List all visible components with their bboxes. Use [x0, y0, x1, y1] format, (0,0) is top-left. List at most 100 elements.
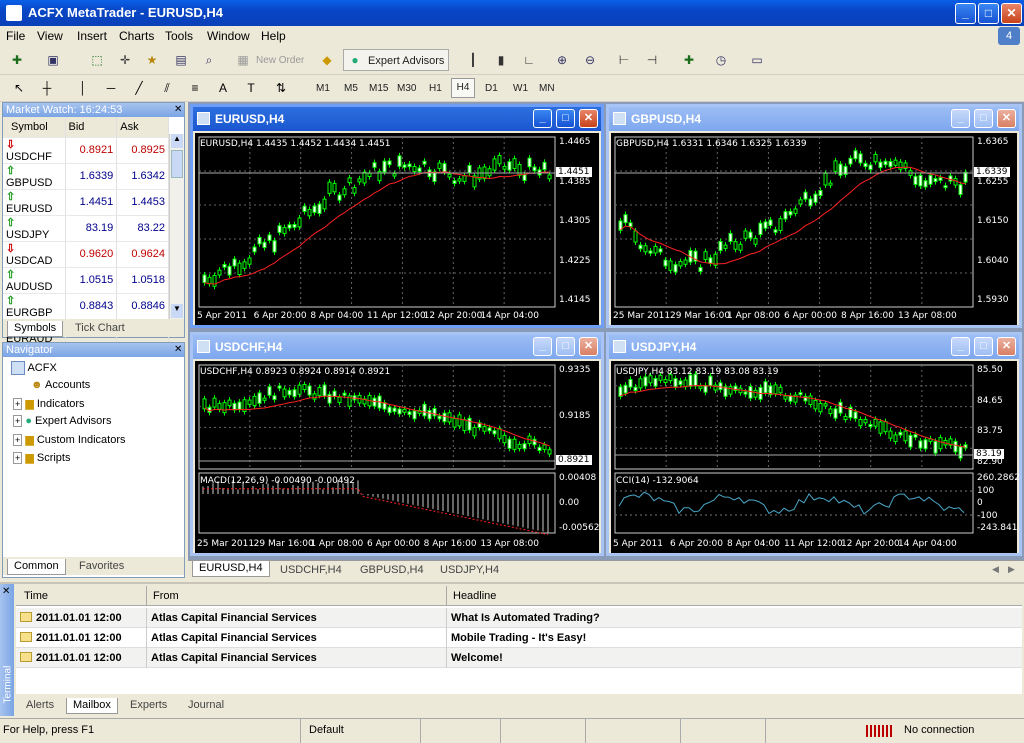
- chart-canvas[interactable]: GBPUSD,H4 1.6331 1.6346 1.6325 1.6339 1.6…: [611, 133, 1017, 325]
- text-icon[interactable]: A: [214, 79, 232, 97]
- menu-tools[interactable]: Tools: [165, 29, 193, 43]
- chart-window-usdchf[interactable]: USDCHF,H4 _ □ ✕ USDCHF,H4 0.8923 0.8924 …: [190, 332, 604, 556]
- scroll-left-icon[interactable]: ◀: [992, 564, 999, 575]
- terminal-icon[interactable]: ▤: [172, 51, 190, 69]
- market-watch-scrollbar[interactable]: ▲ ▼: [169, 134, 184, 319]
- market-watch-row[interactable]: ⇩ USDCHF 0.8921 0.8925: [3, 137, 169, 164]
- chart-tab-usdchf[interactable]: USDCHF,H4: [274, 563, 348, 579]
- market-watch-row[interactable]: ⇧ AUDUSD 1.0515 1.0518: [3, 267, 169, 294]
- chart-tab-usdjpy[interactable]: USDJPY,H4: [434, 563, 505, 579]
- tab-alerts[interactable]: Alerts: [20, 698, 60, 714]
- tab-favorites[interactable]: Favorites: [73, 559, 130, 575]
- tf-m15[interactable]: M15: [369, 83, 388, 94]
- chart-maximize-button[interactable]: □: [556, 337, 575, 356]
- menu-view[interactable]: View: [37, 29, 63, 43]
- chart-maximize-button[interactable]: □: [974, 109, 993, 128]
- market-watch-row[interactable]: ⇧ USDJPY 83.19 83.22: [3, 215, 169, 242]
- profiles-icon[interactable]: ▣: [44, 51, 62, 69]
- expand-icon[interactable]: +: [13, 452, 23, 464]
- expert-advisors-button[interactable]: ● Expert Advisors: [343, 49, 449, 71]
- tf-h1[interactable]: H1: [429, 83, 442, 94]
- col-headline[interactable]: Headline: [446, 586, 502, 606]
- scroll-up-icon[interactable]: ▲: [171, 134, 183, 148]
- chart-title-bar[interactable]: GBPUSD,H4 _ □ ✕: [609, 107, 1019, 131]
- chart-shift-icon[interactable]: ⊣: [643, 51, 661, 69]
- menu-insert[interactable]: Insert: [77, 29, 107, 43]
- market-watch-row[interactable]: ⇧ EURUSD 1.4451 1.4453: [3, 189, 169, 216]
- templates-icon[interactable]: ▭: [748, 51, 766, 69]
- tab-tick-chart[interactable]: Tick Chart: [69, 321, 131, 337]
- chart-window-eurusd[interactable]: EURUSD,H4 _ □ ✕ EURUSD,H4 1.4435 1.4452 …: [190, 104, 604, 328]
- market-watch-row[interactable]: ⇧ EURGBP 0.8843 0.8846: [3, 293, 169, 320]
- vertical-line-icon[interactable]: │: [74, 79, 92, 97]
- menu-file[interactable]: File: [6, 29, 25, 43]
- nav-item-expert-advisors[interactable]: + ● Expert Advisors: [13, 415, 111, 427]
- nav-item-indicators[interactable]: + ▆ Indicators: [13, 397, 85, 410]
- chart-close-button[interactable]: ✕: [997, 109, 1016, 128]
- expand-icon[interactable]: +: [13, 398, 23, 410]
- tf-m1[interactable]: M1: [316, 83, 330, 94]
- cursor-icon[interactable]: ↖: [10, 79, 28, 97]
- zoom-in-icon[interactable]: ⊕: [553, 51, 571, 69]
- tab-common[interactable]: Common: [7, 559, 66, 575]
- chart-close-button[interactable]: ✕: [579, 337, 598, 356]
- chart-tab-gbpusd[interactable]: GBPUSD,H4: [354, 563, 430, 579]
- nav-root[interactable]: ACFX: [11, 361, 57, 375]
- chart-window-usdjpy[interactable]: USDJPY,H4 _ □ ✕ USDJPY,H4 83.12 83.19 83…: [606, 332, 1022, 556]
- new-chart-icon[interactable]: ✚: [8, 51, 26, 69]
- autoscroll-icon[interactable]: ⊢: [615, 51, 633, 69]
- scroll-thumb[interactable]: [171, 150, 183, 178]
- mail-badge[interactable]: 4: [998, 27, 1020, 45]
- market-watch-row[interactable]: ⇧ GBPUSD 1.6339 1.6342: [3, 163, 169, 190]
- chart-minimize-button[interactable]: _: [951, 337, 970, 356]
- channel-icon[interactable]: ⫽: [158, 79, 176, 97]
- data-window-icon[interactable]: ✛: [116, 51, 134, 69]
- maximize-button[interactable]: □: [978, 3, 999, 24]
- zoom-out-icon[interactable]: ⊖: [581, 51, 599, 69]
- fibonacci-icon[interactable]: ≡: [186, 79, 204, 97]
- chart-title-bar[interactable]: USDCHF,H4 _ □ ✕: [193, 335, 601, 359]
- tf-h4[interactable]: H4: [451, 78, 475, 98]
- label-icon[interactable]: T: [242, 79, 260, 97]
- chart-canvas[interactable]: USDJPY,H4 83.12 83.19 83.08 83.19 85.50 84…: [611, 361, 1020, 553]
- tab-mailbox[interactable]: Mailbox: [66, 698, 118, 714]
- table-row[interactable]: 2011.01.01 12:00 Atlas Capital Financial…: [16, 628, 1022, 648]
- market-watch-row[interactable]: ⇩ USDCAD 0.9620 0.9624: [3, 241, 169, 268]
- horizontal-line-icon[interactable]: ─: [102, 79, 120, 97]
- new-order-icon[interactable]: ▦: [234, 51, 252, 69]
- chart-close-button[interactable]: ✕: [997, 337, 1016, 356]
- menu-help[interactable]: Help: [261, 29, 286, 43]
- arrows-icon[interactable]: ⇅: [272, 79, 290, 97]
- tf-d1[interactable]: D1: [485, 83, 498, 94]
- chart-canvas[interactable]: USDCHF,H4 0.8923 0.8924 0.8914 0.8921 0.9…: [195, 361, 599, 553]
- alert-icon[interactable]: ◆: [318, 51, 336, 69]
- menu-charts[interactable]: Charts: [119, 29, 154, 43]
- tf-w1[interactable]: W1: [513, 83, 528, 94]
- tf-m30[interactable]: M30: [397, 83, 416, 94]
- candlestick-icon[interactable]: ▮: [492, 51, 510, 69]
- market-watch-icon[interactable]: ⬚: [88, 51, 106, 69]
- col-time[interactable]: Time: [24, 590, 48, 602]
- periods-icon[interactable]: ◷: [712, 51, 730, 69]
- col-from[interactable]: From: [146, 586, 185, 606]
- strategy-tester-icon[interactable]: ⌕: [200, 51, 218, 69]
- tab-journal[interactable]: Journal: [182, 698, 230, 714]
- menu-window[interactable]: Window: [207, 29, 250, 43]
- chart-tab-eurusd[interactable]: EURUSD,H4: [192, 561, 270, 577]
- chart-minimize-button[interactable]: _: [533, 109, 552, 128]
- tab-symbols[interactable]: Symbols: [7, 321, 64, 337]
- tf-m5[interactable]: M5: [344, 83, 358, 94]
- nav-item-accounts[interactable]: ☻ Accounts: [31, 379, 90, 391]
- chart-title-bar[interactable]: EURUSD,H4 _ □ ✕: [193, 107, 601, 131]
- close-icon[interactable]: ✕: [174, 344, 182, 355]
- close-button[interactable]: ✕: [1001, 3, 1022, 24]
- new-order-button[interactable]: New Order: [256, 55, 304, 66]
- chart-title-bar[interactable]: USDJPY,H4 _ □ ✕: [609, 335, 1019, 359]
- crosshair-icon[interactable]: ┼: [38, 79, 56, 97]
- table-row[interactable]: 2011.01.01 12:00 Atlas Capital Financial…: [16, 648, 1022, 668]
- chart-maximize-button[interactable]: □: [974, 337, 993, 356]
- bar-chart-icon[interactable]: ┃: [464, 51, 482, 69]
- scroll-right-icon[interactable]: ▶: [1008, 564, 1015, 575]
- chart-minimize-button[interactable]: _: [533, 337, 552, 356]
- chart-canvas[interactable]: EURUSD,H4 1.4435 1.4452 1.4434 1.4451 1.4…: [195, 133, 599, 325]
